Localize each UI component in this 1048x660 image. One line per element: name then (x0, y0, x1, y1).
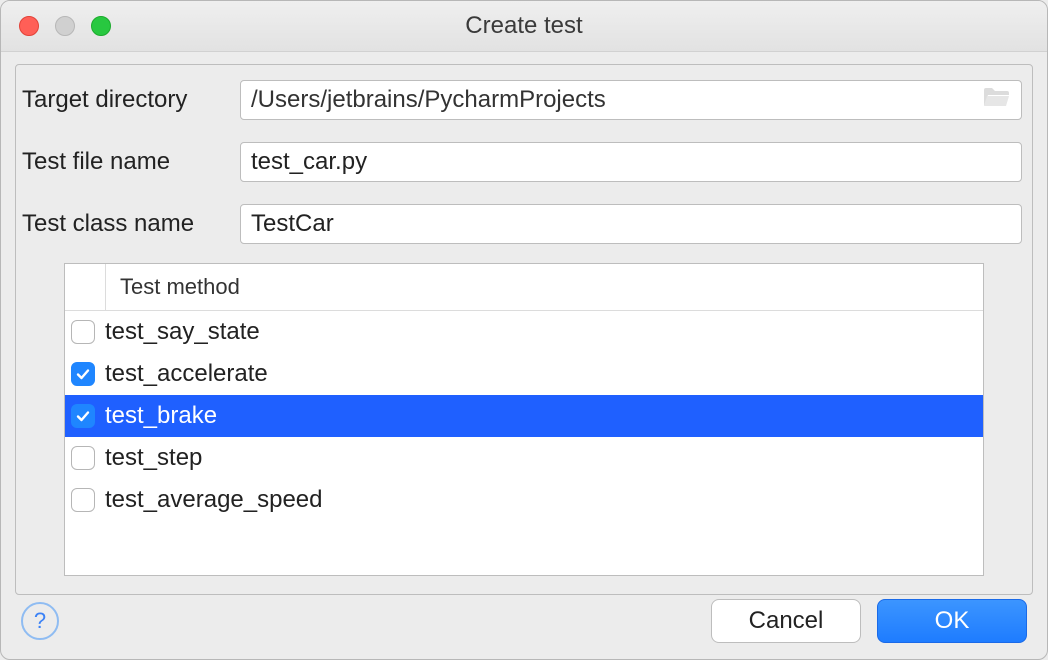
test-method-empty-area (65, 521, 983, 575)
test-method-checkbox[interactable] (71, 404, 95, 428)
target-directory-value: /Users/jetbrains/PycharmProjects (251, 86, 606, 114)
zoom-window-button[interactable] (91, 16, 111, 36)
test-file-name-input[interactable] (240, 142, 1022, 182)
test-method-row[interactable]: test_say_state (65, 311, 983, 353)
help-button[interactable]: ? (21, 602, 59, 640)
test-method-checkbox[interactable] (71, 488, 95, 512)
test-method-header-row: Test method (65, 264, 983, 311)
test-method-column-header: Test method (106, 274, 240, 300)
test-method-row[interactable]: test_step (65, 437, 983, 479)
dialog-footer: ? Cancel OK (1, 583, 1047, 659)
test-method-name: test_say_state (105, 318, 260, 346)
window-controls (19, 16, 111, 36)
test-method-name: test_average_speed (105, 486, 323, 514)
test-method-name: test_accelerate (105, 360, 268, 388)
create-test-dialog: Create test Target directory /Users/jetb… (0, 0, 1048, 660)
test-method-name: test_brake (105, 402, 217, 430)
test-method-row[interactable]: test_accelerate (65, 353, 983, 395)
close-window-button[interactable] (19, 16, 39, 36)
test-method-table: Test method test_say_state test_accelerat… (64, 263, 984, 576)
test-method-checkbox[interactable] (71, 362, 95, 386)
test-method-row[interactable]: test_brake (65, 395, 983, 437)
minimize-window-button[interactable] (55, 16, 75, 36)
test-class-name-row: Test class name (16, 193, 1032, 255)
target-directory-label: Target directory (22, 86, 240, 114)
target-directory-row: Target directory /Users/jetbrains/Pychar… (16, 69, 1032, 131)
test-method-name: test_step (105, 444, 202, 472)
test-class-name-label: Test class name (22, 210, 240, 238)
test-class-name-input[interactable] (240, 204, 1022, 244)
titlebar[interactable]: Create test (1, 1, 1047, 52)
ok-button[interactable]: OK (877, 599, 1027, 643)
test-file-name-label: Test file name (22, 148, 240, 176)
checkbox-column-header (65, 264, 106, 310)
folder-open-icon[interactable] (983, 86, 1011, 115)
test-method-row[interactable]: test_average_speed (65, 479, 983, 521)
window-title: Create test (465, 12, 582, 40)
test-method-list: test_say_state test_accelerate test_braket… (65, 311, 983, 521)
target-directory-field[interactable]: /Users/jetbrains/PycharmProjects (240, 80, 1022, 120)
test-method-checkbox[interactable] (71, 320, 95, 344)
test-method-checkbox[interactable] (71, 446, 95, 470)
test-file-name-row: Test file name (16, 131, 1032, 193)
cancel-button[interactable]: Cancel (711, 599, 861, 643)
form-panel: Target directory /Users/jetbrains/Pychar… (15, 64, 1033, 595)
